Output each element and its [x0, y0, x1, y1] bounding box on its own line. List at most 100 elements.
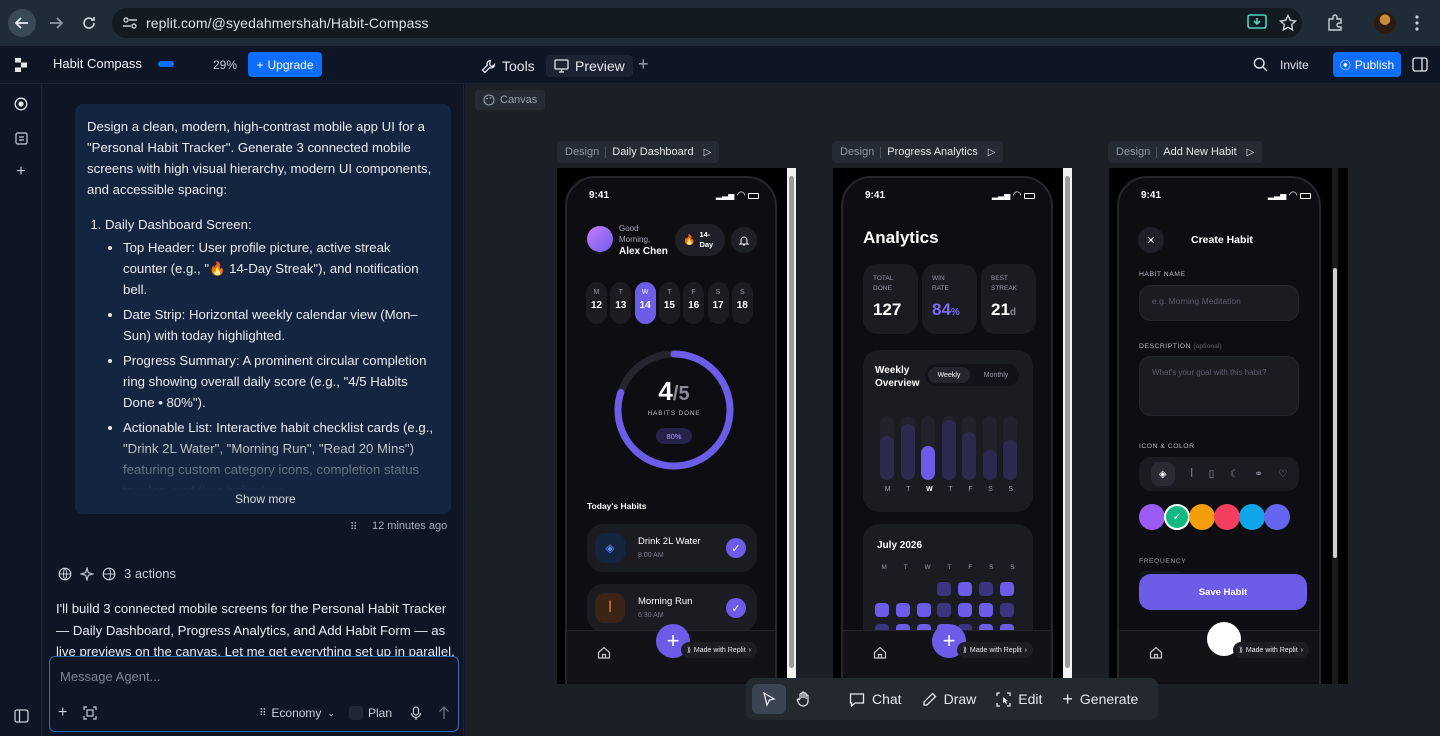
reload-icon[interactable] — [75, 9, 103, 37]
publish-button[interactable]: ⦿ Publish — [1333, 52, 1401, 77]
habit-name-input[interactable]: e.g. Morning Meditation — [1139, 285, 1299, 321]
calendar-day[interactable] — [979, 603, 993, 617]
made-with-replit-badge[interactable]: ⟫ Made with Replit › — [1233, 642, 1309, 658]
calendar-day[interactable] — [937, 582, 952, 596]
color-swatch[interactable] — [1264, 504, 1290, 530]
date-cell[interactable]: T 15 — [658, 282, 680, 324]
message-composer[interactable]: Message Agent... + ⠿ Economy ⌄ Plan — [49, 656, 459, 732]
toggle-monthly[interactable]: Monthly — [975, 367, 1017, 383]
calendar-day[interactable] — [875, 582, 889, 596]
save-habit-button[interactable]: Save Habit — [1139, 574, 1307, 610]
date-cell[interactable]: W 14 — [634, 282, 656, 324]
home-icon[interactable] — [873, 646, 887, 659]
calendar-day[interactable] — [895, 603, 910, 617]
sidebar-toggle-icon[interactable] — [11, 706, 31, 726]
calendar-day[interactable] — [958, 582, 973, 596]
frame-label-dashboard[interactable]: Design Daily Dashboard ▷ — [557, 141, 720, 163]
calendar-day[interactable] — [896, 582, 910, 596]
install-app-icon[interactable] — [1247, 14, 1267, 32]
avatar[interactable] — [587, 226, 613, 252]
close-icon[interactable]: ✕ — [1138, 227, 1164, 253]
send-arrow-icon[interactable] — [438, 706, 450, 720]
drag-handle-icon[interactable]: ⠿ — [350, 522, 357, 533]
toggle-weekly[interactable]: Weekly — [928, 367, 970, 383]
calendar-day[interactable] — [999, 582, 1014, 596]
select-tool[interactable] — [752, 684, 786, 714]
streak-badge[interactable]: 🔥 14- Day — [675, 224, 725, 256]
heart-icon[interactable]: ♡ — [1278, 469, 1287, 480]
extensions-icon[interactable] — [1326, 14, 1344, 32]
date-cell[interactable]: S 18 — [731, 282, 753, 324]
notification-bell-icon[interactable] — [731, 227, 757, 253]
shoe-icon[interactable]: ꟾ — [1190, 469, 1193, 480]
calendar-day[interactable] — [917, 582, 931, 596]
check-icon[interactable]: ✓ — [726, 538, 746, 558]
tab-tools[interactable]: Tools — [481, 55, 535, 77]
canvas-label[interactable]: Canvas — [475, 90, 546, 110]
frame-scrollbar[interactable] — [1063, 168, 1072, 684]
frame-progress-analytics[interactable]: 9:41 ▂▃▅ ◠ Analytics TOTAL DONE 127 WIN RAT… — [833, 168, 1072, 684]
project-name[interactable]: Habit Compass — [53, 56, 142, 71]
color-swatch[interactable] — [1189, 504, 1215, 530]
frame-add-new-habit[interactable]: 9:41 ▂▃▅ ◠ ✕ Create Habit HABIT NAME e.g.… — [1109, 168, 1348, 684]
tab-preview[interactable]: Preview — [546, 55, 633, 77]
actions-summary[interactable]: 3 actions — [58, 566, 176, 581]
play-icon[interactable]: ▷ — [988, 147, 996, 158]
chat-tool[interactable]: Chat — [839, 684, 912, 714]
frame-scrollbar[interactable] — [1332, 168, 1338, 684]
calendar-day[interactable] — [875, 603, 889, 617]
bookmark-star-icon[interactable] — [1279, 14, 1297, 32]
play-icon[interactable]: ▷ — [1247, 147, 1255, 158]
frame-label-add-habit[interactable]: Design Add New Habit ▷ — [1108, 141, 1263, 163]
color-swatch[interactable] — [1239, 504, 1265, 530]
calendar-day[interactable] — [979, 582, 993, 596]
period-toggle[interactable]: Weekly Monthly — [925, 364, 1019, 386]
toggle-panel-icon[interactable] — [1412, 57, 1428, 72]
upgrade-button[interactable]: + Upgrade — [248, 52, 322, 77]
home-icon[interactable] — [597, 646, 611, 659]
icon-picker[interactable]: ◈ ꟾ ▯ ☾ ⚭ ♡ — [1139, 457, 1299, 491]
attach-plus-icon[interactable]: + — [58, 704, 67, 722]
home-icon[interactable] — [1149, 646, 1163, 659]
moon-icon[interactable]: ☾ — [1230, 469, 1239, 480]
frame-scrollbar[interactable] — [787, 168, 796, 684]
show-more-link[interactable]: Show more — [235, 492, 296, 506]
water-drop-icon[interactable]: ◈ — [1150, 462, 1175, 486]
frame-daily-dashboard[interactable]: 9:41 ▂▃▅ ◠ Good Morning, Alex Chen 🔥 14- D… — [557, 168, 796, 684]
book-icon[interactable]: ▯ — [1209, 469, 1215, 480]
calendar-day[interactable] — [958, 603, 973, 617]
scrollbar-thumb[interactable] — [1065, 176, 1070, 668]
edit-tool[interactable]: Edit — [986, 684, 1052, 714]
generate-tool[interactable]: + Generate — [1052, 684, 1148, 714]
screenshot-icon[interactable] — [83, 706, 97, 720]
search-icon[interactable] — [1253, 57, 1268, 72]
browser-menu-icon[interactable] — [1414, 14, 1420, 32]
pan-tool[interactable] — [786, 684, 821, 714]
draw-tool[interactable]: Draw — [912, 684, 987, 714]
site-settings-icon[interactable] — [122, 16, 138, 30]
play-icon[interactable]: ▷ — [704, 147, 712, 158]
design-canvas[interactable]: Canvas Design Daily Dashboard ▷ Design P… — [465, 84, 1440, 736]
made-with-replit-badge[interactable]: ⟫ Made with Replit › — [957, 642, 1033, 658]
replit-logo-icon[interactable] — [14, 57, 28, 73]
made-with-replit-badge[interactable]: ⟫ Made with Replit › — [681, 642, 757, 658]
files-icon[interactable] — [11, 128, 31, 148]
add-icon[interactable]: + — [11, 162, 31, 182]
new-tab-plus-icon[interactable]: + — [638, 54, 649, 75]
scrollbar-thumb[interactable] — [789, 176, 794, 668]
color-swatch[interactable]: ✓ — [1164, 504, 1190, 530]
color-swatch[interactable] — [1139, 504, 1165, 530]
dumbbell-icon[interactable]: ⚭ — [1254, 469, 1262, 480]
calendar-day[interactable] — [937, 603, 952, 617]
mode-select[interactable]: Economy — [271, 706, 321, 720]
forward-icon[interactable] — [42, 9, 70, 37]
address-bar[interactable]: replit.com/@syedahmershah/Habit-Compass — [112, 8, 1302, 38]
scrollbar-thumb[interactable] — [1333, 268, 1337, 558]
plan-toggle[interactable] — [348, 706, 363, 720]
description-input[interactable]: What's your goal with this habit? — [1139, 356, 1299, 416]
habit-card[interactable]: ◈ Drink 2L Water 8:00 AM ✓ — [587, 524, 757, 572]
frame-label-analytics[interactable]: Design Progress Analytics ▷ — [832, 141, 1004, 163]
profile-avatar[interactable] — [1374, 12, 1396, 34]
agent-icon[interactable] — [11, 94, 31, 114]
calendar-day[interactable] — [999, 603, 1014, 617]
